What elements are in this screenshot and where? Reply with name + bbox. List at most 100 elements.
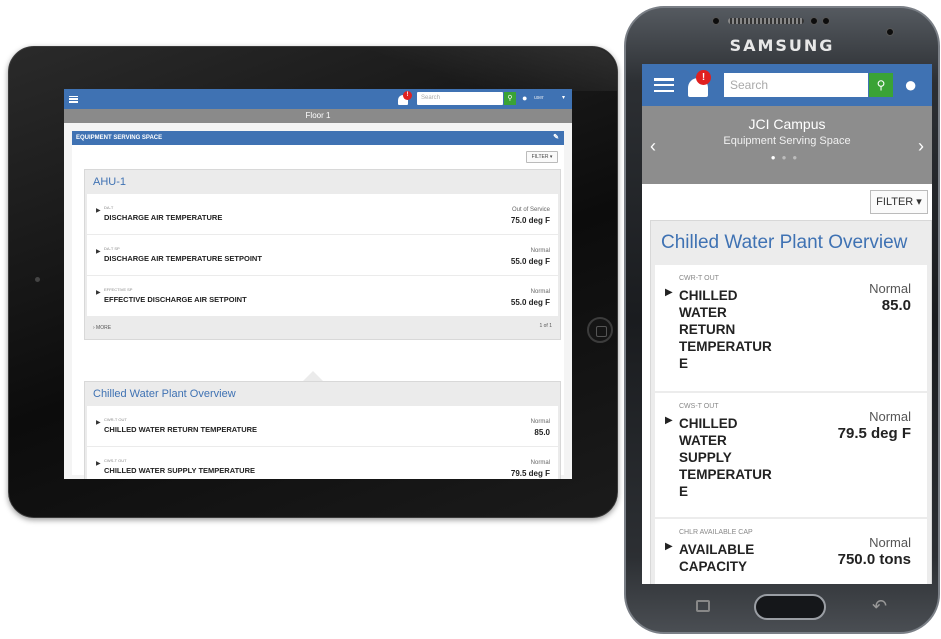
card-footer: › MORE 1 of 1: [85, 317, 560, 339]
phone-brand-logo: SAMSUNG: [729, 36, 835, 55]
card-title[interactable]: Chilled Water Plant Overview: [651, 221, 931, 265]
card-title[interactable]: AHU-1: [85, 170, 560, 194]
search-input[interactable]: Search: [417, 92, 503, 105]
phone-camera: [886, 28, 894, 36]
caret-right-icon[interactable]: ▶: [665, 287, 673, 298]
caret-right-icon[interactable]: ▶: [96, 419, 101, 426]
point-row[interactable]: ▶ CWS-T OUT CHILLED WATER SUPPLY TEMPERA…: [87, 447, 558, 479]
caret-right-icon[interactable]: ▶: [96, 289, 101, 296]
phone-content: FILTER ▾ Chilled Water Plant Overview ▶ …: [642, 184, 932, 584]
location-banner: JCI Campus Equipment Serving Space ●●● ‹…: [642, 106, 932, 184]
point-value: 750.0 tons: [837, 551, 911, 568]
search-icon: ⚲: [507, 95, 513, 102]
panel-header: EQUIPMENT SERVING SPACE ✎: [72, 131, 564, 145]
chevron-left-icon[interactable]: ‹: [650, 136, 656, 157]
point-status: Out of Service: [511, 207, 550, 213]
point-short-name: DA-T: [104, 205, 114, 210]
page-title: Floor 1: [64, 109, 572, 123]
equipment-card-ahu: AHU-1 ▶ DA-T DISCHARGE AIR TEMPERATURE O…: [84, 169, 561, 340]
phone-home-button[interactable]: [754, 594, 826, 620]
phone-speaker: [728, 18, 804, 24]
page-dot[interactable]: ●: [792, 153, 803, 162]
chevron-right-icon[interactable]: ›: [918, 136, 924, 157]
point-status: Normal: [530, 419, 550, 425]
caret-right-icon[interactable]: ▶: [665, 541, 673, 552]
page-dot[interactable]: ●: [782, 153, 793, 162]
point-row[interactable]: ▶ CWS-T OUT CHILLED WATER SUPPLY TEMPERA…: [655, 393, 927, 517]
page-dots: ●●●: [642, 153, 932, 162]
point-value: 55.0 deg F: [510, 257, 550, 266]
search-placeholder: Search: [730, 78, 769, 92]
chevron-down-icon[interactable]: ▾: [562, 92, 565, 105]
point-value: 55.0 deg F: [510, 298, 550, 307]
point-status: Normal: [530, 289, 550, 295]
hamburger-menu-icon[interactable]: [654, 78, 674, 92]
point-row[interactable]: ▶ CWR-T OUT CHILLED WATER RETURN TEMPERA…: [655, 265, 927, 391]
point-status: Normal: [869, 535, 911, 550]
point-short-name: CWR-T OUT: [104, 417, 127, 422]
point-row[interactable]: ▶ DA-T SP DISCHARGE AIR TEMPERATURE SETP…: [87, 235, 558, 275]
point-name: CHILLED WATER RETURN TEMPERATUR E: [679, 288, 772, 371]
point-name: EFFECTIVE DISCHARGE AIR SETPOINT: [104, 295, 247, 304]
recent-apps-icon[interactable]: [696, 600, 710, 612]
point-row[interactable]: ▶ CWR-T OUT CHILLED WATER RETURN TEMPERA…: [87, 406, 558, 446]
card-title[interactable]: Chilled Water Plant Overview: [85, 382, 560, 406]
bell-icon[interactable]: !: [686, 70, 716, 100]
point-row[interactable]: ▶ DA-T DISCHARGE AIR TEMPERATURE Out of …: [87, 194, 558, 234]
point-status: Normal: [869, 409, 911, 424]
more-link[interactable]: › MORE: [93, 325, 111, 331]
point-value: 85.0: [881, 297, 911, 314]
search-button[interactable]: ⚲: [504, 92, 516, 105]
pencil-icon[interactable]: ✎: [553, 131, 559, 145]
point-short-name: CHLR AVAILABLE CAP: [679, 529, 753, 536]
hamburger-menu-icon[interactable]: [69, 95, 78, 103]
equipment-card-chilled-water: Chilled Water Plant Overview ▶ CWR-T OUT…: [650, 220, 932, 584]
point-value: 79.5 deg F: [510, 469, 550, 478]
back-icon[interactable]: ↶: [872, 596, 887, 617]
location-title: JCI Campus: [748, 116, 826, 132]
location-subtitle: Equipment Serving Space: [723, 135, 851, 147]
phone-sensor: [822, 17, 830, 25]
caret-right-icon[interactable]: ▶: [96, 207, 101, 214]
phone-app-bar: ! Search ⚲ ●: [642, 64, 932, 106]
phone-sensor: [810, 17, 818, 25]
notification-badge: !: [696, 70, 711, 85]
point-row[interactable]: ▶ CHLR AVAILABLE CAP AVAILABLE CAPACITY …: [655, 519, 927, 584]
point-short-name: CWS-T OUT: [104, 458, 127, 463]
user-name[interactable]: user: [534, 92, 544, 105]
caret-right-icon[interactable]: ▶: [96, 248, 101, 255]
user-icon[interactable]: ●: [522, 92, 527, 105]
point-status: Normal: [530, 460, 550, 466]
point-row[interactable]: ▶ EFFECTIVE SP EFFECTIVE DISCHARGE AIR S…: [87, 276, 558, 316]
equipment-card-chilled-water: Chilled Water Plant Overview ▶ CWR-T OUT…: [84, 381, 561, 479]
caret-right-icon[interactable]: ▶: [665, 415, 673, 426]
filter-button[interactable]: FILTER ▾: [870, 190, 928, 214]
page-indicator: 1 of 1: [539, 323, 552, 329]
panel-title: EQUIPMENT SERVING SPACE: [76, 135, 163, 141]
tablet-home-button[interactable]: [587, 317, 613, 343]
notification-badge: !: [403, 91, 412, 100]
tablet-screen: ! Search ⚲ ● user ▾ Floor 1 EQUIPMENT SE…: [64, 89, 572, 479]
search-input[interactable]: Search: [724, 73, 868, 97]
search-placeholder: Search: [421, 95, 441, 101]
filter-button[interactable]: FILTER ▾: [526, 151, 558, 163]
point-short-name: EFFECTIVE SP: [104, 287, 133, 292]
point-name: AVAILABLE CAPACITY: [679, 542, 755, 574]
point-short-name: DA-T SP: [104, 246, 120, 251]
phone-screen: ! Search ⚲ ● JCI Campus Equipment Servin…: [642, 64, 932, 584]
point-name: CHILLED WATER RETURN TEMPERATURE: [104, 425, 258, 434]
point-short-name: CWR-T OUT: [679, 275, 719, 282]
user-icon[interactable]: ●: [904, 72, 917, 98]
point-name: CHILLED WATER SUPPLY TEMPERATUR E: [679, 416, 772, 499]
search-button[interactable]: ⚲: [869, 73, 893, 97]
caret-right-icon[interactable]: ▶: [96, 460, 101, 467]
bell-icon[interactable]: !: [397, 91, 413, 107]
phone-nav-bar: ↶: [626, 588, 938, 628]
point-value: 79.5 deg F: [837, 425, 911, 442]
phone-sensor: [712, 17, 720, 25]
point-value: 85.0: [534, 428, 550, 437]
panel-body: FILTER ▾ AHU-1 ▶ DA-T DISCHARGE AIR TEMP…: [72, 145, 564, 479]
search-icon: ⚲: [876, 78, 886, 92]
page-dot-active[interactable]: ●: [771, 153, 782, 162]
point-name: DISCHARGE AIR TEMPERATURE: [104, 213, 223, 222]
